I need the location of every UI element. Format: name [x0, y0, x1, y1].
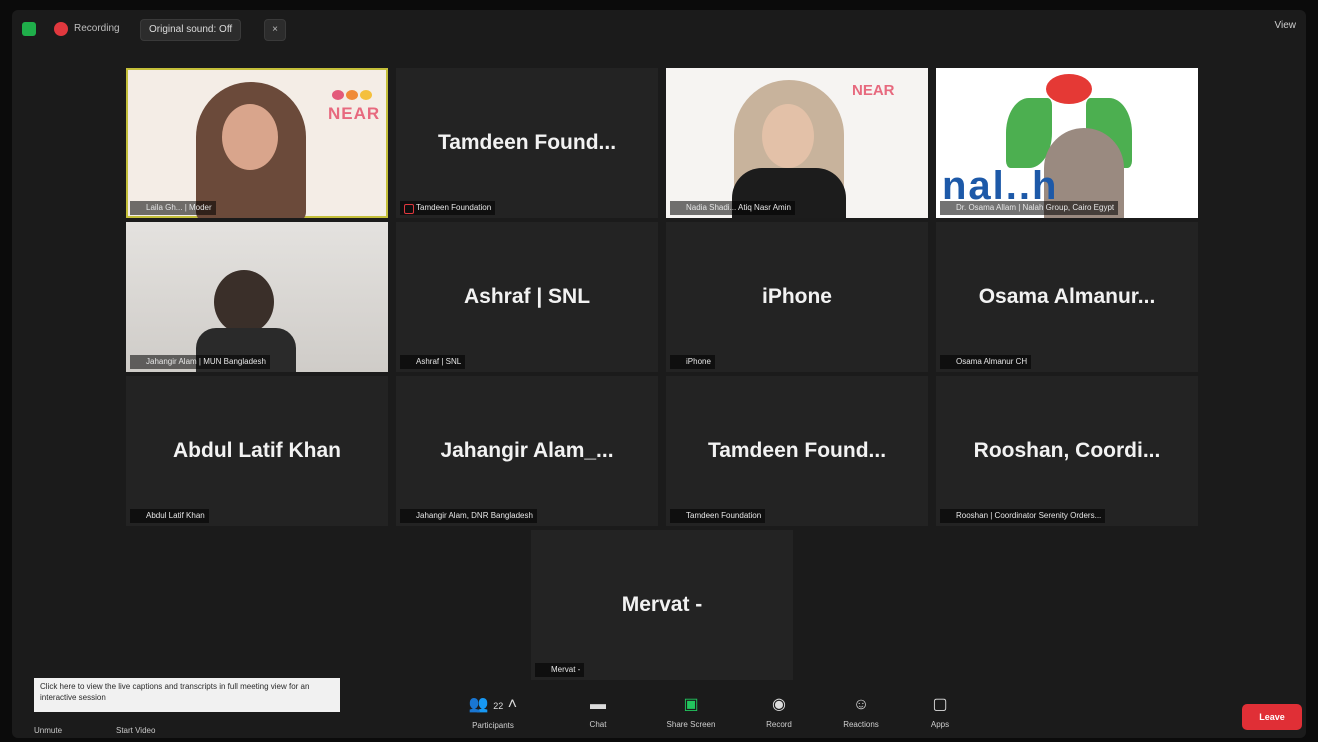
participant-name-label: Rooshan | Coordinator Serenity Orders...: [940, 509, 1106, 523]
participant-display-name: Tamdeen Found...: [437, 131, 617, 154]
video-tile[interactable]: NEAR Laila Gh... | Moder: [126, 68, 388, 218]
close-icon[interactable]: ×: [264, 19, 286, 41]
participant-name-label: Mervat -: [535, 663, 585, 677]
participant-name-label: Nadia Shadi... Atiq Nasr Amin: [670, 201, 795, 215]
recording-icon: [54, 22, 68, 36]
participant-display-name: Ashraf | SNL: [463, 285, 591, 308]
participant-name-label: Jahangir Alam | MUN Bangladesh: [130, 355, 270, 369]
video-tile[interactable]: iPhone iPhone: [666, 222, 928, 372]
live-caption-prompt[interactable]: Click here to view the live captions and…: [34, 678, 340, 712]
video-tile[interactable]: Tamdeen Found... Tamdeen Foundation: [666, 376, 928, 526]
video-tile[interactable]: nal..h Dr. Osama Allam | Nalah Group, Ca…: [936, 68, 1198, 218]
participant-face: [762, 104, 814, 168]
share-screen-icon: ▣: [683, 696, 699, 713]
reactions-icon: ☺: [852, 696, 870, 713]
view-button[interactable]: View: [1275, 20, 1297, 31]
participant-display-name: iPhone: [761, 285, 832, 308]
near-logo: NEAR: [328, 90, 380, 180]
video-tile[interactable]: Abdul Latif Khan Abdul Latif Khan: [126, 376, 388, 526]
leave-button[interactable]: Leave: [1242, 704, 1302, 730]
participant-face: [222, 104, 278, 170]
video-tile[interactable]: Osama Almanur... Osama Almanur CH: [936, 222, 1198, 372]
participant-name-label: iPhone: [670, 355, 715, 369]
participant-name-label: Abdul Latif Khan: [130, 509, 209, 523]
record-button[interactable]: ◉ Record: [754, 696, 804, 729]
participant-name-label: Tamdeen Foundation: [400, 201, 496, 215]
record-icon: ◉: [772, 696, 786, 713]
video-tile[interactable]: Tamdeen Found... Tamdeen Foundation: [396, 68, 658, 218]
participant-name-label: Laila Gh... | Moder: [130, 201, 216, 215]
chat-button[interactable]: ▬ Chat: [578, 696, 618, 729]
participants-button[interactable]: 👥 22 ˄ Participants: [458, 696, 528, 730]
video-tile[interactable]: Rooshan, Coordi... Rooshan | Coordinator…: [936, 376, 1198, 526]
share-screen-button[interactable]: ▣ Share Screen: [654, 696, 728, 729]
participants-icon: 👥 22 ˄: [468, 696, 518, 713]
participant-display-name: Jahangir Alam_...: [440, 439, 614, 462]
participant-display-name: Osama Almanur...: [978, 285, 1156, 308]
logo-flower: [1046, 74, 1092, 104]
security-shield-icon[interactable]: [22, 22, 36, 36]
chat-icon: ▬: [590, 696, 606, 713]
participant-name-label: Ashraf | SNL: [400, 355, 466, 369]
video-tile[interactable]: Mervat - Mervat -: [531, 530, 793, 680]
participant-display-name: Rooshan, Coordi...: [973, 439, 1161, 462]
near-logo: NEAR: [852, 82, 895, 99]
mic-muted-icon: [404, 204, 414, 214]
participant-name-label: Tamdeen Foundation: [670, 509, 766, 523]
participant-name-label: Jahangir Alam, DNR Bangladesh: [400, 509, 537, 523]
unmute-button[interactable]: Unmute: [34, 726, 62, 735]
start-video-button[interactable]: Start Video: [116, 726, 155, 735]
video-tile[interactable]: Jahangir Alam | MUN Bangladesh: [126, 222, 388, 372]
participant-display-name: Mervat -: [621, 593, 703, 616]
original-sound-pill[interactable]: Original sound: Off: [140, 19, 242, 41]
recording-label: Recording: [74, 23, 120, 34]
participant-video: [214, 270, 274, 334]
meeting-topbar: Recording Original sound: Off × View: [12, 10, 1306, 50]
participant-name-label: Dr. Osama Allam | Nalah Group, Cairo Egy…: [940, 201, 1119, 215]
participant-display-name: Tamdeen Found...: [707, 439, 887, 462]
participant-display-name: Abdul Latif Khan: [173, 439, 341, 462]
apps-icon: ▢: [932, 696, 948, 713]
reactions-button[interactable]: ☺ Reactions: [830, 696, 892, 729]
participant-name-label: Osama Almanur CH: [940, 355, 1032, 369]
video-tile[interactable]: Jahangir Alam_... Jahangir Alam, DNR Ban…: [396, 376, 658, 526]
meeting-window: Recording Original sound: Off × View NEA…: [12, 10, 1306, 738]
apps-button[interactable]: ▢ Apps: [920, 696, 960, 729]
video-tile[interactable]: Ashraf | SNL Ashraf | SNL: [396, 222, 658, 372]
video-tile[interactable]: NEAR Nadia Shadi... Atiq Nasr Amin: [666, 68, 928, 218]
